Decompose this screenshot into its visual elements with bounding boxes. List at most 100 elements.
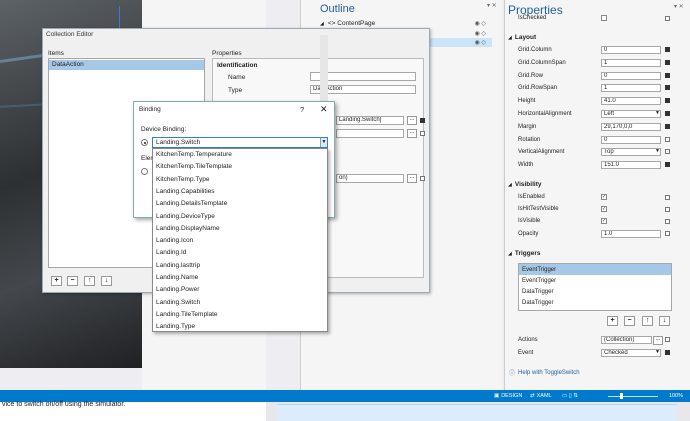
outline-row[interactable]: ◢ <> ContentPage ◉ ◇ bbox=[320, 19, 492, 28]
isenabled-checkbox[interactable]: ✓ bbox=[601, 194, 607, 200]
chevron-down-icon[interactable]: ▼ bbox=[320, 138, 327, 147]
binding-title: Binding bbox=[139, 106, 161, 113]
prop-input[interactable]: 1 bbox=[601, 84, 661, 93]
prop-input[interactable]: Top bbox=[601, 148, 661, 157]
move-down-trigger-button[interactable]: ↓ bbox=[659, 316, 670, 326]
property-marker[interactable] bbox=[665, 149, 670, 155]
prop-input[interactable]: 29,170,0,0 bbox=[601, 122, 661, 131]
name-label: Name bbox=[228, 74, 246, 81]
prop-input[interactable]: 151.0 bbox=[601, 161, 661, 170]
property-marker[interactable] bbox=[665, 162, 670, 168]
items-header: Items bbox=[48, 50, 64, 57]
device-binding-radio[interactable] bbox=[141, 139, 148, 146]
dropdown-option[interactable]: Landing.DeviceType bbox=[156, 211, 215, 223]
zoom-slider[interactable] bbox=[608, 396, 658, 397]
property-marker[interactable] bbox=[665, 195, 670, 200]
property-marker[interactable] bbox=[665, 111, 670, 116]
property-marker[interactable] bbox=[665, 136, 670, 142]
prop-label-ischecked: IsChecked bbox=[518, 15, 547, 21]
property-marker[interactable] bbox=[665, 231, 670, 236]
xaml-view-button[interactable]: ⇄ XAML bbox=[530, 391, 552, 401]
dropdown-option[interactable]: Landing.Id bbox=[156, 247, 186, 259]
eye-icon[interactable]: ◉ ◇ bbox=[474, 39, 486, 46]
help-link[interactable]: ⓘ Help with ToggleSwitch bbox=[509, 368, 580, 378]
prop-input[interactable]: 1 bbox=[601, 58, 661, 67]
actions-input[interactable]: (Collection) bbox=[601, 336, 652, 344]
close-icon[interactable]: ✕ bbox=[320, 104, 328, 115]
dropdown-option[interactable]: KitchenTemp.TileTemplate bbox=[156, 161, 232, 173]
dropdown-option[interactable]: Landing.lasttrip bbox=[156, 260, 200, 272]
move-down-button[interactable]: ↓ bbox=[101, 276, 112, 286]
add-item-button[interactable]: + bbox=[51, 276, 62, 286]
pin-icon[interactable]: ▾ ✕ bbox=[487, 2, 497, 9]
property-marker[interactable] bbox=[420, 131, 425, 136]
property-marker[interactable] bbox=[665, 337, 670, 342]
dropdown-option[interactable]: Landing.Power bbox=[156, 284, 199, 296]
dropdown-option[interactable]: Landing.Type bbox=[156, 321, 195, 333]
help-icon[interactable]: ? bbox=[300, 105, 304, 114]
property-marker[interactable] bbox=[665, 85, 670, 91]
prop-label: Grid.ColumnSpan bbox=[518, 59, 566, 66]
triggers-section-header[interactable]: ◢ Triggers bbox=[508, 250, 541, 257]
property-marker[interactable] bbox=[665, 219, 670, 224]
pin-icon[interactable]: ▾ ✕ bbox=[674, 3, 684, 10]
prop-input[interactable]: 0 bbox=[601, 135, 661, 144]
dropdown-option[interactable]: Landing.DetailsTemplate bbox=[156, 198, 227, 210]
actions-ellipsis-button[interactable]: ... bbox=[653, 336, 663, 345]
property-marker[interactable] bbox=[665, 72, 670, 78]
dropdown-option[interactable]: KitchenTemp.Temperature bbox=[156, 149, 232, 161]
isvisible-checkbox[interactable]: ✓ bbox=[601, 218, 607, 224]
dropdown-option[interactable]: Landing.DisplayName bbox=[156, 223, 220, 235]
trigger-item[interactable]: EventTrigger bbox=[519, 275, 671, 286]
zoom-slider-thumb[interactable] bbox=[620, 393, 623, 399]
remove-trigger-button[interactable]: − bbox=[624, 316, 635, 326]
zoom-level[interactable]: 100% bbox=[669, 391, 683, 401]
trigger-item[interactable]: DataTrigger bbox=[519, 297, 671, 308]
ishittestvisible-checkbox[interactable]: ✓ bbox=[601, 206, 607, 212]
eye-icon[interactable]: ◉ ◇ bbox=[474, 30, 486, 37]
prop-input[interactable]: 41.0 bbox=[601, 97, 661, 106]
ischecked-checkbox[interactable] bbox=[601, 15, 607, 21]
prop-input[interactable]: 0 bbox=[601, 71, 661, 80]
property-marker[interactable] bbox=[665, 98, 670, 104]
binding-ellipsis-button[interactable]: ... bbox=[407, 116, 417, 125]
list-item[interactable]: DataAction bbox=[49, 60, 204, 70]
property-marker[interactable] bbox=[420, 176, 425, 181]
dropdown-option[interactable]: KitchenTemp.Type bbox=[156, 174, 209, 186]
property-marker[interactable] bbox=[665, 350, 670, 355]
visibility-section-header[interactable]: ◢ Visibility bbox=[508, 181, 541, 188]
add-trigger-button[interactable]: + bbox=[607, 316, 618, 326]
binding-field[interactable] bbox=[336, 129, 404, 138]
design-view-button[interactable]: ▣ DESIGN bbox=[494, 391, 522, 401]
property-marker[interactable] bbox=[665, 207, 670, 212]
prop-input[interactable]: 0 bbox=[601, 46, 661, 54]
property-marker[interactable] bbox=[665, 59, 670, 65]
binding-field[interactable]: Landing.Switch] bbox=[336, 116, 404, 125]
move-up-button[interactable]: ↑ bbox=[84, 276, 95, 286]
prop-input[interactable]: Left bbox=[601, 110, 661, 118]
opacity-input[interactable]: 1.0 bbox=[601, 230, 661, 238]
trigger-item[interactable]: DataTrigger bbox=[519, 286, 671, 297]
property-marker[interactable] bbox=[665, 123, 670, 129]
dropdown-option[interactable]: Landing.Switch bbox=[156, 297, 200, 309]
element-binding-radio[interactable] bbox=[141, 168, 148, 175]
dropdown-option[interactable]: Landing.Name bbox=[156, 272, 198, 284]
dropdown-option[interactable]: Landing.Capabilities bbox=[156, 186, 215, 198]
property-marker[interactable] bbox=[665, 47, 670, 52]
property-marker[interactable] bbox=[420, 118, 425, 123]
split-view-icon[interactable]: ▭ ▯ ⇅ bbox=[562, 391, 578, 401]
event-select[interactable]: Checked bbox=[601, 349, 661, 357]
eye-icon[interactable]: ◉ ◇ bbox=[474, 20, 486, 27]
dropdown-option[interactable]: Landing.TileTemplate bbox=[156, 309, 218, 321]
value-field[interactable]: on) bbox=[336, 174, 404, 183]
move-up-trigger-button[interactable]: ↑ bbox=[642, 316, 653, 326]
device-binding-combo[interactable]: Landing.Switch bbox=[152, 137, 328, 148]
layout-section-header[interactable]: ◢ Layout bbox=[508, 34, 536, 41]
trigger-item[interactable]: EventTrigger bbox=[519, 264, 671, 275]
remove-item-button[interactable]: − bbox=[67, 276, 78, 286]
device-binding-label: Device Binding: bbox=[141, 126, 187, 133]
field-ellipsis-button[interactable]: ... bbox=[407, 129, 417, 138]
value-ellipsis-button[interactable]: ... bbox=[407, 174, 417, 183]
dropdown-option[interactable]: Landing.Icon bbox=[156, 235, 193, 247]
property-marker[interactable] bbox=[665, 16, 670, 21]
